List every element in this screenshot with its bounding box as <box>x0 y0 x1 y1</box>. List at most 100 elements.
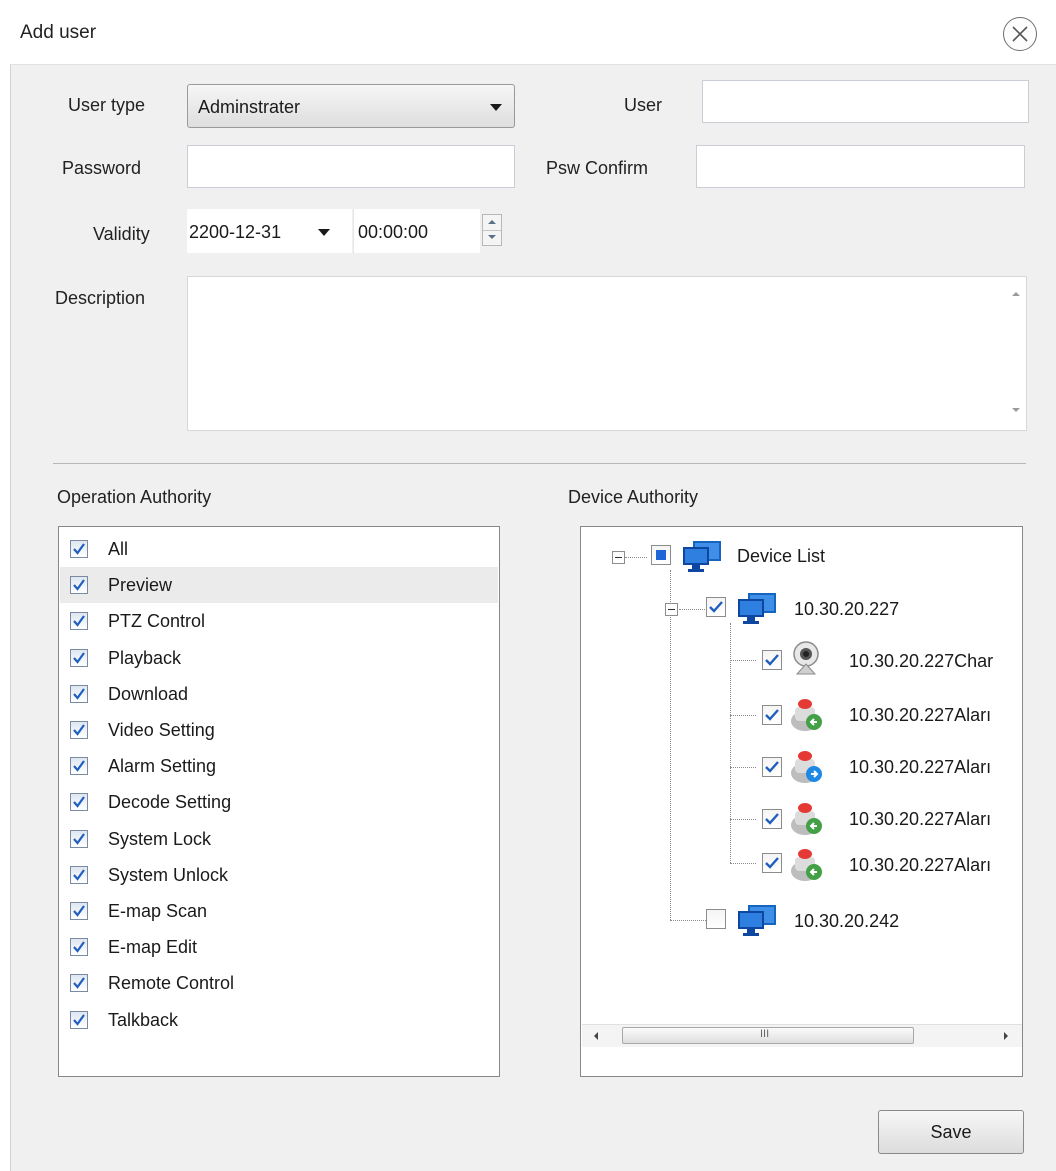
checkbox[interactable] <box>70 576 88 595</box>
checkmark-icon <box>73 1013 85 1026</box>
tree-connector <box>730 623 731 863</box>
alarm-in-icon <box>789 695 825 738</box>
psw-confirm-label: Psw Confirm <box>546 158 649 178</box>
checkmark-icon <box>73 615 85 628</box>
checkbox[interactable] <box>70 865 88 884</box>
operation-item[interactable]: E-map Scan <box>60 893 498 929</box>
tree-node-channel[interactable]: 10.30.20.227Char <box>849 651 993 672</box>
operation-item-label: Alarm Setting <box>108 756 217 777</box>
close-icon <box>1012 26 1028 42</box>
monitor-icon <box>681 539 727 578</box>
operation-item[interactable]: Alarm Setting <box>60 748 498 784</box>
scroll-up-icon[interactable] <box>1010 289 1022 299</box>
collapse-toggle[interactable] <box>612 551 625 564</box>
operation-item[interactable]: Playback <box>60 640 498 676</box>
spin-down-button[interactable] <box>483 230 501 245</box>
tree-connector <box>625 557 647 558</box>
tree-node-alarm[interactable]: 10.30.20.227Aları <box>849 757 991 778</box>
checkbox[interactable] <box>70 793 88 812</box>
scroll-thumb[interactable]: III <box>622 1027 914 1044</box>
chevron-down-icon <box>490 104 502 111</box>
checkbox[interactable] <box>70 938 88 957</box>
tree-connector <box>730 660 756 661</box>
save-button[interactable]: Save <box>878 1110 1024 1154</box>
time-spinner[interactable] <box>482 214 502 246</box>
operation-authority-heading: Operation Authority <box>57 487 212 507</box>
user-type-select[interactable]: Adminstrater <box>187 84 515 128</box>
operation-item[interactable]: System Lock <box>60 821 498 857</box>
tree-node-device-list[interactable]: Device List <box>737 546 825 567</box>
user-input[interactable] <box>702 80 1029 123</box>
validity-label: Validity <box>93 224 150 244</box>
scroll-down-icon[interactable] <box>1010 405 1022 415</box>
checkmark-icon <box>73 724 85 736</box>
checkmark-icon <box>73 651 85 664</box>
arrow-down-icon <box>488 235 496 239</box>
checkmark-icon <box>73 688 85 700</box>
checkbox[interactable] <box>70 757 88 776</box>
tree-checkbox[interactable] <box>762 757 782 777</box>
tree-connector <box>730 767 756 768</box>
alarm-in-icon <box>789 799 825 842</box>
monitor-icon <box>736 591 782 630</box>
operation-item[interactable]: Decode Setting <box>60 784 498 820</box>
operation-item[interactable]: System Unlock <box>60 857 498 893</box>
alarm-in-icon <box>789 845 825 888</box>
psw-confirm-field[interactable] <box>696 145 1025 188</box>
operation-item[interactable]: Video Setting <box>60 712 498 748</box>
checkbox[interactable] <box>70 612 88 631</box>
operation-item[interactable]: All <box>60 531 498 567</box>
password-field[interactable] <box>187 145 515 188</box>
operation-item-label: System Unlock <box>108 864 229 885</box>
checkmark-icon <box>73 543 85 555</box>
tree-connector <box>730 715 756 716</box>
tree-checkbox[interactable] <box>762 705 782 725</box>
operation-item[interactable]: Remote Control <box>60 965 498 1001</box>
user-type-value: Adminstrater <box>198 97 301 117</box>
description-scrollbar[interactable] <box>1006 277 1026 430</box>
section-divider <box>53 463 1026 464</box>
description-label: Description <box>55 288 146 308</box>
tree-node-device[interactable]: 10.30.20.227 <box>794 599 899 620</box>
operation-item[interactable]: Download <box>60 676 498 712</box>
operation-item[interactable]: Preview <box>60 567 498 604</box>
checkmark-icon <box>765 709 779 721</box>
checkbox[interactable] <box>70 829 88 848</box>
tree-checkbox[interactable] <box>762 650 782 670</box>
checkbox[interactable] <box>70 648 88 667</box>
spin-up-button[interactable] <box>483 215 501 231</box>
tree-horizontal-scrollbar[interactable]: III <box>582 1024 1022 1047</box>
tree-node-alarm[interactable]: 10.30.20.227Aları <box>849 809 991 830</box>
validity-time-field[interactable]: 00:00:00 <box>353 209 480 253</box>
collapse-toggle[interactable] <box>665 603 678 616</box>
scroll-left-icon[interactable] <box>592 1031 600 1041</box>
operation-item-label: E-map Scan <box>108 901 208 921</box>
operation-item[interactable]: Talkback <box>60 1002 498 1038</box>
tree-checkbox[interactable] <box>762 853 782 873</box>
tree-node-alarm[interactable]: 10.30.20.227Aları <box>849 705 991 726</box>
validity-date-picker[interactable]: 2200-12-31 <box>187 209 352 253</box>
checkbox[interactable] <box>70 540 88 558</box>
tree-checkbox[interactable] <box>706 597 726 617</box>
tree-node-device[interactable]: 10.30.20.242 <box>794 911 899 932</box>
tree-checkbox[interactable] <box>762 809 782 829</box>
checkbox[interactable] <box>70 902 88 920</box>
checkmark-icon <box>765 813 779 825</box>
chevron-down-icon[interactable] <box>318 229 330 236</box>
tree-checkbox-device-list[interactable] <box>651 545 671 565</box>
password-label: Password <box>62 158 142 178</box>
checkbox[interactable] <box>70 684 88 703</box>
operation-item[interactable]: PTZ Control <box>60 603 498 639</box>
close-button[interactable] <box>1003 17 1037 51</box>
scroll-right-icon[interactable] <box>1002 1031 1010 1041</box>
tree-node-alarm[interactable]: 10.30.20.227Aları <box>849 855 991 876</box>
description-textarea[interactable] <box>187 276 1027 431</box>
alarm-out-icon <box>789 747 825 790</box>
checkbox[interactable] <box>70 1010 88 1029</box>
checkbox[interactable] <box>70 721 88 739</box>
operation-item[interactable]: E-map Edit <box>60 929 498 965</box>
tree-checkbox[interactable] <box>706 909 726 929</box>
device-authority-heading: Device Authority <box>568 487 699 507</box>
checkbox[interactable] <box>70 974 88 993</box>
tree-connector <box>730 819 756 820</box>
